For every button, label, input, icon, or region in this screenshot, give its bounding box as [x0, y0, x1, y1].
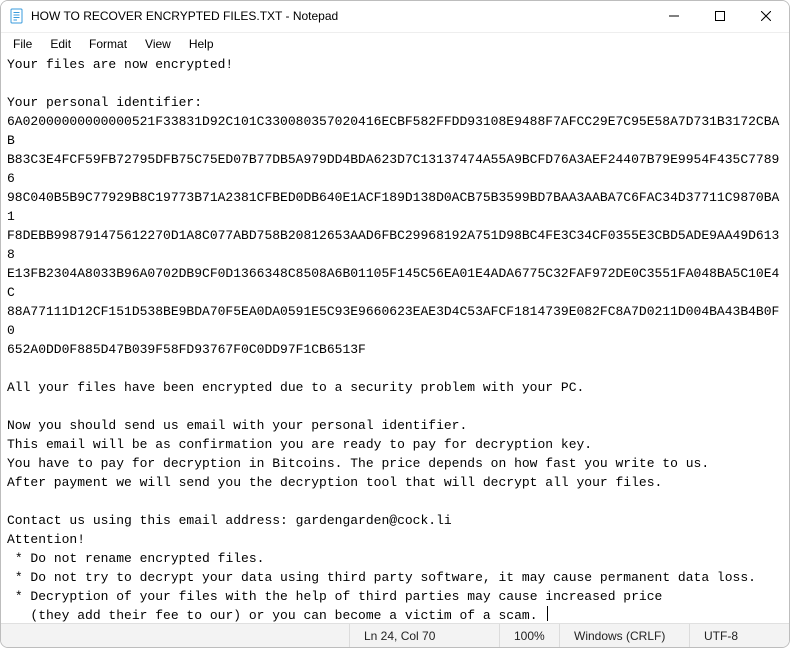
menu-edit[interactable]: Edit [42, 33, 79, 55]
status-encoding: UTF-8 [689, 624, 789, 647]
minimize-button[interactable] [651, 1, 697, 32]
document-text: Your files are now encrypted! Your perso… [7, 57, 779, 623]
maximize-button[interactable] [697, 1, 743, 32]
window-controls [651, 1, 789, 32]
titlebar: HOW TO RECOVER ENCRYPTED FILES.TXT - Not… [1, 1, 789, 33]
window-title: HOW TO RECOVER ENCRYPTED FILES.TXT - Not… [31, 9, 651, 23]
status-cursor-position: Ln 24, Col 70 [349, 624, 499, 647]
status-line-ending: Windows (CRLF) [559, 624, 689, 647]
statusbar: Ln 24, Col 70 100% Windows (CRLF) UTF-8 [1, 623, 789, 647]
text-area[interactable]: Your files are now encrypted! Your perso… [1, 55, 789, 623]
menu-view[interactable]: View [137, 33, 179, 55]
text-caret [547, 606, 548, 621]
close-button[interactable] [743, 1, 789, 32]
menu-file[interactable]: File [5, 33, 40, 55]
notepad-app-icon [9, 8, 25, 24]
menu-format[interactable]: Format [81, 33, 135, 55]
notepad-window: HOW TO RECOVER ENCRYPTED FILES.TXT - Not… [0, 0, 790, 648]
menubar: File Edit Format View Help [1, 33, 789, 55]
status-zoom: 100% [499, 624, 559, 647]
menu-help[interactable]: Help [181, 33, 222, 55]
